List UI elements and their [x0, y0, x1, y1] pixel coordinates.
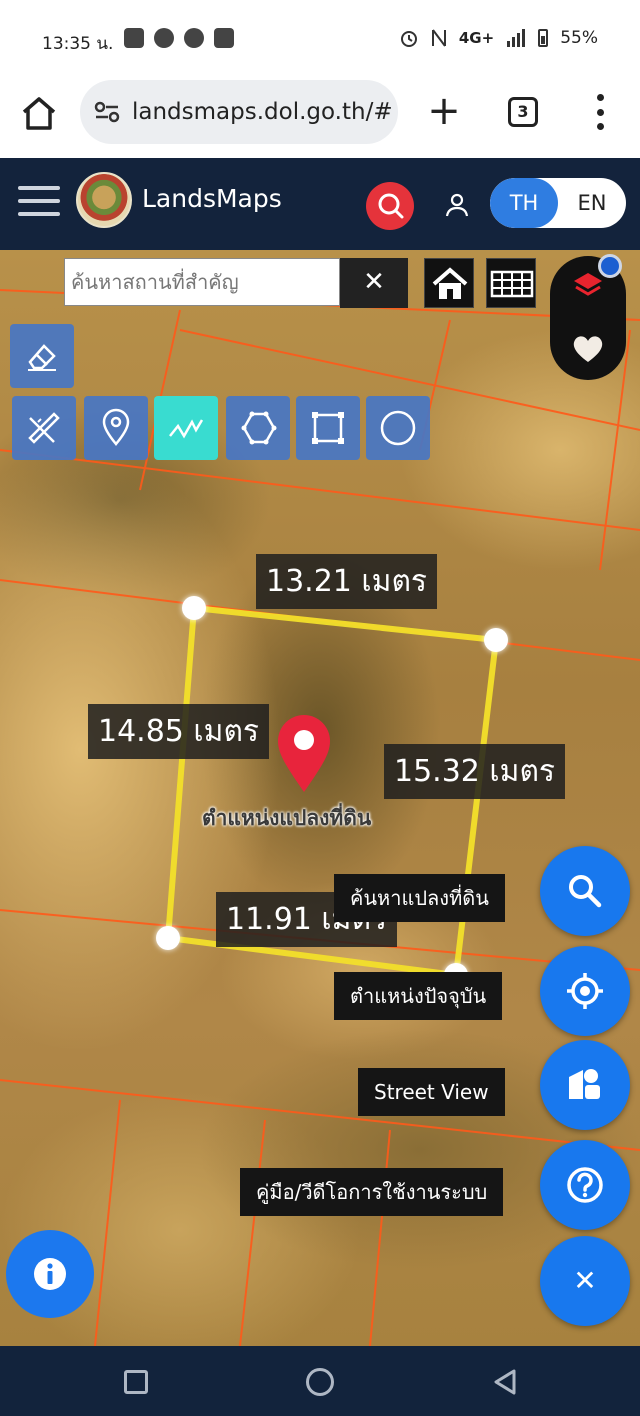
current-location-label[interactable]: ตำแหน่งปัจจุบัน	[334, 972, 503, 1020]
ruler-pencil-icon	[28, 412, 60, 444]
chrome-icon	[184, 28, 204, 48]
app-notification-icon	[124, 28, 144, 48]
home-nav-icon[interactable]	[306, 1368, 334, 1396]
facebook-icon	[154, 28, 174, 48]
nfc-icon	[431, 29, 446, 47]
measure-tool-button[interactable]	[12, 396, 76, 460]
status-bar: 13:35 น. 4G+ 55%	[0, 0, 640, 80]
department-seal-logo	[76, 172, 132, 228]
app-header: LandsMaps TH EN	[0, 158, 640, 250]
tab-switcher-button[interactable]: 3	[508, 97, 538, 127]
app-title: LandsMaps	[142, 184, 282, 213]
measurement-label-top: 13.21 เมตร	[256, 554, 438, 609]
address-bar[interactable]: landsmaps.dol.go.th/#	[80, 80, 398, 144]
screen: 13:35 น. 4G+ 55% landsmaps.dol.go.th/# +…	[0, 0, 640, 1416]
user-icon[interactable]	[444, 192, 470, 218]
polyline-tool-button[interactable]	[154, 396, 218, 460]
lang-th-button[interactable]: TH	[490, 178, 558, 228]
status-time: 13:35 น.	[42, 34, 114, 54]
close-icon: ✕	[573, 1264, 597, 1297]
close-fab-menu-button[interactable]: ✕	[540, 1236, 630, 1326]
help-icon	[567, 1167, 603, 1203]
place-search-input[interactable]: ค้นหาสถานที่สำคัญ	[64, 258, 340, 306]
polygon-tool-button[interactable]	[226, 396, 290, 460]
search-parcel-label[interactable]: ค้นหาแปลงที่ดิน	[334, 874, 505, 922]
recent-apps-icon[interactable]	[124, 1370, 148, 1394]
grid-button[interactable]	[486, 258, 536, 308]
street-view-button[interactable]	[540, 1040, 630, 1130]
grid-icon	[490, 270, 534, 298]
vertex-handle[interactable]	[182, 596, 206, 620]
crosshair-icon	[567, 973, 603, 1009]
home-icon[interactable]	[18, 92, 60, 134]
map-view[interactable]: ค้นหาสถานที่สำคัญ ✕ 13.21 เมตร 14.85 เมต…	[0, 250, 640, 1346]
street-view-icon	[569, 1069, 600, 1099]
new-tab-button[interactable]: +	[424, 88, 464, 136]
battery-icon	[538, 29, 549, 47]
eraser-tool-button[interactable]	[10, 324, 74, 388]
hamburger-menu-icon[interactable]	[18, 186, 60, 216]
browser-toolbar: landsmaps.dol.go.th/# + 3	[0, 80, 640, 158]
manual-label[interactable]: คู่มือ/วีดีโอการใช้งานระบบ	[240, 1168, 504, 1216]
circle-tool-button[interactable]	[366, 396, 430, 460]
circle-icon	[380, 410, 416, 446]
measurement-label-left: 14.85 เมตร	[88, 704, 270, 759]
vertex-handle[interactable]	[484, 628, 508, 652]
marker-tool-button[interactable]	[84, 396, 148, 460]
info-icon	[34, 1258, 66, 1290]
eraser-icon	[28, 344, 56, 371]
alarm-icon	[400, 31, 417, 47]
polygon-icon	[241, 411, 277, 445]
url-text: landsmaps.dol.go.th/#	[132, 99, 393, 125]
status-right: 4G+ 55%	[399, 28, 598, 48]
signal-icon	[507, 29, 526, 47]
network-type: 4G+	[458, 29, 495, 47]
current-location-button[interactable]	[540, 946, 630, 1036]
parcel-location-label: ตำแหน่งแปลงที่ดิน	[202, 806, 372, 830]
manual-help-button[interactable]	[540, 1140, 630, 1230]
vertex-handle[interactable]	[156, 926, 180, 950]
search-icon	[569, 875, 602, 908]
browser-menu-button[interactable]	[588, 94, 612, 130]
measurement-label-right: 15.32 เมตร	[384, 744, 566, 799]
battery-level: 55%	[560, 28, 598, 48]
search-icon	[378, 193, 404, 219]
rectangle-tool-button[interactable]	[296, 396, 360, 460]
gallery-icon	[214, 28, 234, 48]
heart-icon[interactable]	[570, 332, 606, 364]
parcel-location-pin-icon[interactable]	[276, 714, 332, 794]
polyline-icon	[169, 419, 204, 439]
language-toggle: TH EN	[490, 178, 626, 228]
map-pin-icon	[102, 408, 130, 446]
system-nav-bar	[0, 1346, 640, 1416]
clear-search-button[interactable]: ✕	[340, 258, 408, 308]
header-search-button[interactable]	[366, 182, 414, 230]
back-icon[interactable]	[492, 1368, 518, 1396]
lang-en-button[interactable]: EN	[558, 178, 626, 228]
layers-badge	[598, 254, 622, 278]
search-parcel-button[interactable]	[540, 846, 630, 936]
site-settings-icon[interactable]	[94, 101, 120, 123]
house-icon	[432, 267, 468, 299]
street-view-label[interactable]: Street View	[358, 1068, 505, 1116]
notification-icons	[124, 28, 234, 48]
info-button[interactable]	[6, 1230, 94, 1318]
rectangle-icon	[312, 412, 344, 444]
home-map-button[interactable]	[424, 258, 474, 308]
